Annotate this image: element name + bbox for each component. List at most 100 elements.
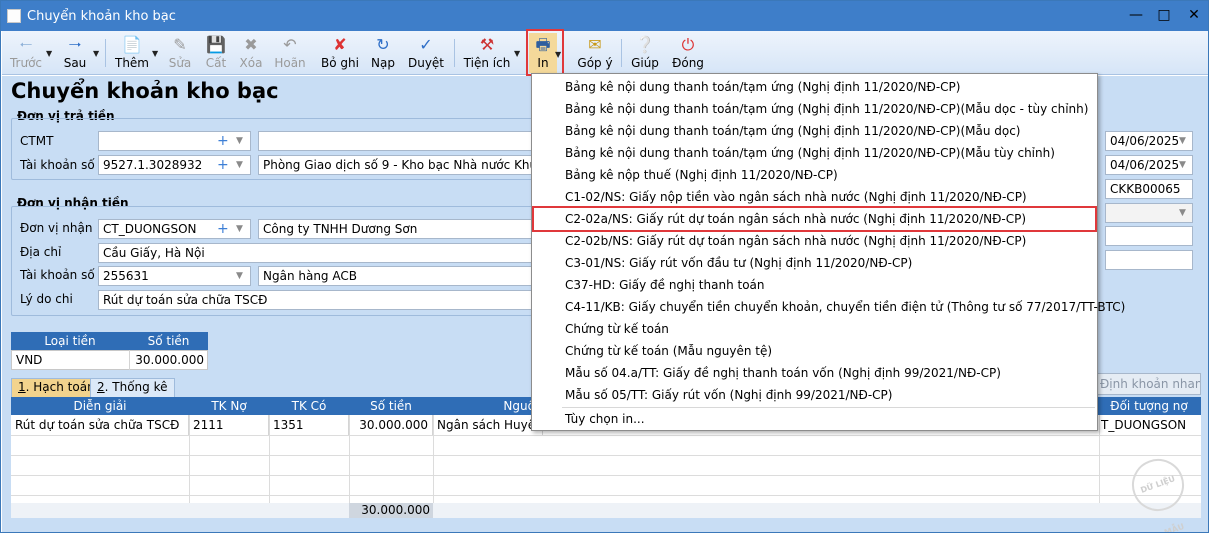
grid-total-row: 30.000.000 bbox=[11, 503, 1201, 518]
delete-button[interactable]: ✖ Xóa bbox=[236, 33, 266, 73]
approve-button[interactable]: ✓ Duyệt bbox=[407, 33, 445, 73]
ctmt-name-field[interactable] bbox=[258, 131, 534, 151]
payer-bank-field[interactable]: Phòng Giao dịch số 9 - Kho bạc Nhà nước … bbox=[258, 155, 534, 175]
currency-type-header: Loại tiền bbox=[44, 334, 96, 348]
chevron-down-icon[interactable]: ▼ bbox=[514, 49, 520, 58]
reason-field[interactable]: Rút dự toán sửa chữa TSCĐ bbox=[98, 290, 534, 310]
grid-cell-credit: 1351 bbox=[269, 415, 349, 435]
plus-icon[interactable]: + bbox=[217, 156, 229, 174]
right-field-2[interactable] bbox=[1105, 250, 1193, 270]
print-menu-item[interactable]: Bảng kê nội dung thanh toán/tạm ứng (Ngh… bbox=[532, 76, 1097, 98]
grid-total-amount: 30.000.000 bbox=[349, 503, 433, 518]
currency-type-cell: VND bbox=[12, 350, 130, 370]
reload-button[interactable]: ↻ Nạp bbox=[368, 33, 398, 73]
currency-table-row[interactable]: VND 30.000.000 bbox=[11, 350, 208, 370]
print-menu-item[interactable]: Bảng kê nội dung thanh toán/tạm ứng (Ngh… bbox=[532, 142, 1097, 164]
undo-icon: ↶ bbox=[283, 35, 297, 54]
tab-accounting-label: . Hạch toán bbox=[25, 380, 95, 394]
refresh-icon: ↻ bbox=[376, 35, 390, 54]
print-menu-item[interactable]: C1-02/NS: Giấy nộp tiền vào ngân sách nh… bbox=[532, 186, 1097, 208]
help-icon: ❔ bbox=[635, 35, 655, 54]
payee-account-label: Tài khoản số bbox=[20, 268, 95, 282]
undo-button[interactable]: ↶ Hoãn bbox=[272, 33, 308, 73]
plus-icon[interactable]: + bbox=[217, 220, 229, 238]
payee-name-field[interactable]: Công ty TNHH Dương Sơn bbox=[258, 219, 534, 239]
chevron-down-icon[interactable]: ▼ bbox=[236, 220, 243, 238]
tab-statistics-number: 2 bbox=[97, 380, 105, 394]
save-icon: 💾 bbox=[206, 35, 226, 54]
chevron-down-icon[interactable]: ▼ bbox=[1179, 132, 1186, 150]
plus-icon[interactable]: + bbox=[217, 132, 229, 150]
page-title: Chuyển khoản kho bạc bbox=[11, 79, 279, 103]
arrow-right-icon: 🠂 bbox=[68, 35, 82, 54]
toolbar: 🠀 Trước ▼ 🠂 Sau ▼ 📄 Thêm ▼ ✎ Sửa 💾 Cất ✖… bbox=[2, 29, 1208, 76]
grid-header-amount: Số tiền bbox=[370, 399, 412, 413]
address-field[interactable]: Cầu Giấy, Hà Nội bbox=[98, 243, 534, 263]
print-menu-item[interactable]: Chứng từ kế toán (Mẫu nguyên tệ) bbox=[532, 340, 1097, 362]
toolbar-separator bbox=[621, 39, 622, 67]
tab-accounting-number: 1 bbox=[18, 380, 26, 394]
chevron-down-icon[interactable]: ▼ bbox=[236, 156, 243, 174]
tools-icon: ⚒ bbox=[479, 35, 495, 54]
ctmt-label: CTMT bbox=[20, 134, 54, 148]
chevron-down-icon[interactable]: ▼ bbox=[46, 49, 52, 58]
toolbar-separator bbox=[454, 39, 455, 67]
back-button[interactable]: 🠀 Trước bbox=[7, 33, 45, 73]
print-menu-item[interactable]: Chứng từ kế toán bbox=[532, 318, 1097, 340]
utilities-button[interactable]: ⚒ Tiện ích bbox=[462, 33, 512, 73]
print-menu-item[interactable]: Bảng kê nội dung thanh toán/tạm ứng (Ngh… bbox=[532, 98, 1097, 120]
chevron-down-icon[interactable]: ▼ bbox=[152, 49, 158, 58]
chevron-down-icon[interactable]: ▼ bbox=[1179, 156, 1186, 174]
tab-statistics[interactable]: 2. Thống kê bbox=[90, 378, 175, 397]
edit-button[interactable]: ✎ Sửa bbox=[165, 33, 195, 73]
print-menu-item-highlighted[interactable]: C2-02a/NS: Giấy rút dự toán ngân sách nh… bbox=[532, 206, 1097, 232]
chevron-down-icon[interactable]: ▼ bbox=[236, 267, 243, 285]
payee-bank-field[interactable]: Ngân hàng ACB bbox=[258, 266, 534, 286]
grid-header-debit: TK Nợ bbox=[211, 399, 247, 413]
print-menu-item[interactable]: C3-01/NS: Giấy rút vốn đầu tư (Nghị định… bbox=[532, 252, 1097, 274]
minimize-button[interactable]: — bbox=[1123, 5, 1149, 25]
power-icon: ⏻ bbox=[681, 35, 695, 54]
title-bar: Chuyển khoản kho bạc — □ ✕ bbox=[1, 1, 1208, 31]
grid-cell-amount: 30.000.000 bbox=[349, 415, 433, 435]
close-button[interactable]: ⏻ Đóng bbox=[671, 33, 705, 73]
tab-statistics-label: . Thống kê bbox=[104, 380, 168, 394]
window-title: Chuyển khoản kho bạc bbox=[27, 9, 176, 24]
delete-icon: ✖ bbox=[244, 35, 258, 54]
feedback-icon: ✉ bbox=[588, 35, 602, 54]
chevron-down-icon[interactable]: ▼ bbox=[93, 49, 99, 58]
unpost-button[interactable]: ✘ Bỏ ghi bbox=[320, 33, 360, 73]
quick-account-button[interactable]: Định khoản nhanh bbox=[1095, 373, 1201, 395]
payer-account-label: Tài khoản số bbox=[20, 158, 95, 172]
right-field-1[interactable] bbox=[1105, 226, 1193, 246]
payee-account-input[interactable]: 255631 bbox=[98, 266, 251, 286]
print-menu: Bảng kê nội dung thanh toán/tạm ứng (Ngh… bbox=[531, 73, 1125, 431]
print-options-item[interactable]: Tùy chọn in... bbox=[532, 408, 1097, 430]
feedback-button[interactable]: ✉ Góp ý bbox=[576, 33, 614, 73]
toolbar-separator bbox=[105, 39, 106, 67]
tab-accounting[interactable]: 1. Hạch toán bbox=[11, 378, 102, 397]
chevron-down-icon[interactable]: ▼ bbox=[236, 132, 243, 150]
add-button[interactable]: 📄 Thêm bbox=[113, 33, 151, 73]
print-menu-item[interactable]: Bảng kê nội dung thanh toán/tạm ứng (Ngh… bbox=[532, 120, 1097, 142]
currency-amount-cell: 30.000.000 bbox=[135, 353, 204, 367]
save-button[interactable]: 💾 Cất bbox=[201, 33, 231, 73]
reason-label: Lý do chi bbox=[20, 292, 73, 306]
grid-header-description: Diễn giải bbox=[73, 399, 127, 413]
print-menu-item[interactable]: C4-11/KB: Giấy chuyển tiền chuyển khoản,… bbox=[532, 296, 1125, 318]
print-menu-item[interactable]: C2-02b/NS: Giấy rút dự toán ngân sách nh… bbox=[532, 230, 1097, 252]
print-menu-item[interactable]: Mẫu số 04.a/TT: Giấy đề nghị thanh toán … bbox=[532, 362, 1097, 384]
print-highlight-box bbox=[526, 29, 564, 76]
maximize-button[interactable]: □ bbox=[1151, 5, 1177, 25]
print-menu-item[interactable]: Mẫu số 05/TT: Giấy rút vốn (Nghị định 99… bbox=[532, 384, 1097, 406]
amount-header: Số tiền bbox=[147, 334, 190, 348]
address-label: Địa chỉ bbox=[20, 245, 62, 259]
chevron-down-icon[interactable]: ▼ bbox=[1179, 204, 1186, 222]
print-menu-item[interactable]: C37-HD: Giấy đề nghị thanh toán bbox=[532, 274, 1097, 296]
help-button[interactable]: ❔ Giúp bbox=[629, 33, 661, 73]
close-window-button[interactable]: ✕ bbox=[1181, 5, 1207, 25]
print-menu-item[interactable]: Bảng kê nộp thuế (Nghị định 11/2020/NĐ-C… bbox=[532, 164, 1097, 186]
forward-button[interactable]: 🠂 Sau bbox=[58, 33, 92, 73]
voucher-number-input[interactable]: CKKB00065 bbox=[1105, 179, 1193, 199]
grid-cell-source: Ngân sách Huyện t bbox=[433, 415, 543, 435]
